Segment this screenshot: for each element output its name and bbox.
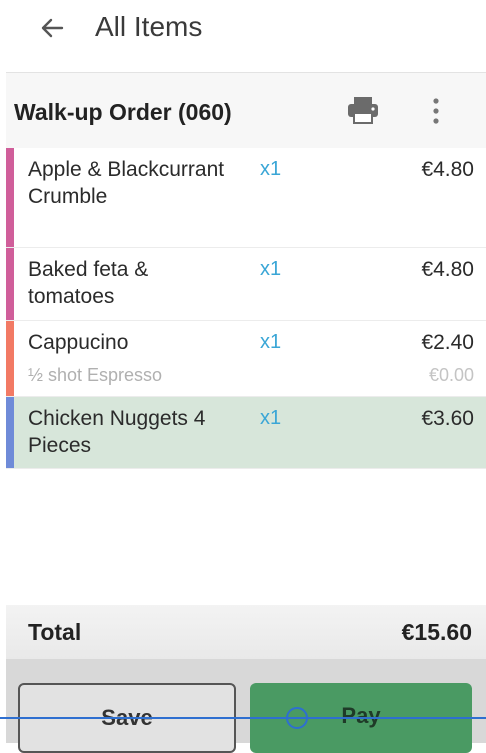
item-name: Cappucino <box>28 331 129 354</box>
item-quantity[interactable]: x1 <box>260 256 281 283</box>
order-item[interactable]: Baked feta & tomatoes x1 €4.80 <box>6 248 486 321</box>
category-color-bar <box>6 148 14 247</box>
empty-list-area <box>6 469 486 605</box>
order-item[interactable]: Apple & Blackcurrant Crumble x1 €4.80 <box>6 148 486 248</box>
item-quantity[interactable]: x1 <box>260 405 281 432</box>
item-modifier-price: €0.00 <box>428 365 474 385</box>
item-quantity[interactable]: x1 <box>260 329 281 356</box>
pay-button-label: Pay <box>341 703 381 728</box>
item-name: Baked feta & tomatoes <box>28 258 149 308</box>
action-bar: Save Pay <box>6 659 486 753</box>
order-title: Walk-up Order (060) <box>14 99 232 125</box>
gesture-slider-handle[interactable] <box>286 707 308 729</box>
category-color-bar <box>6 248 14 320</box>
printer-icon[interactable] <box>346 95 380 125</box>
order-items-list: Apple & Blackcurrant Crumble x1 €4.80 Ba… <box>6 148 486 469</box>
page-title[interactable]: All Items <box>95 10 202 44</box>
item-price: €3.60 <box>421 407 474 430</box>
total-label: Total <box>28 619 82 645</box>
item-price: €4.80 <box>421 158 474 181</box>
gesture-slider-track[interactable] <box>0 717 486 719</box>
category-color-bar <box>6 321 14 396</box>
item-name: Apple & Blackcurrant Crumble <box>28 158 225 208</box>
item-modifier: ½ shot Espresso <box>28 365 163 385</box>
category-color-bar <box>6 397 14 468</box>
total-row: Total €15.60 <box>6 605 486 659</box>
item-name: Chicken Nuggets 4 Pieces <box>28 407 206 457</box>
item-quantity[interactable]: x1 <box>260 156 281 183</box>
save-button-label: Save <box>101 705 153 730</box>
order-item[interactable]: Cappucino ½ shot Espresso x1 €2.40 €0.00 <box>6 321 486 397</box>
order-item-selected[interactable]: Chicken Nuggets 4 Pieces x1 €3.60 <box>6 397 486 469</box>
order-header: Walk-up Order (060) <box>6 73 486 145</box>
arrow-left-icon[interactable] <box>36 12 68 44</box>
total-value: €15.60 <box>401 619 472 645</box>
item-price: €4.80 <box>421 258 474 281</box>
item-price: €2.40 <box>421 331 474 354</box>
order-panel: Walk-up Order (060) Apple & Blackcurrant… <box>6 72 486 753</box>
more-vertical-icon[interactable] <box>426 95 446 129</box>
top-bar: All Items <box>0 0 486 72</box>
